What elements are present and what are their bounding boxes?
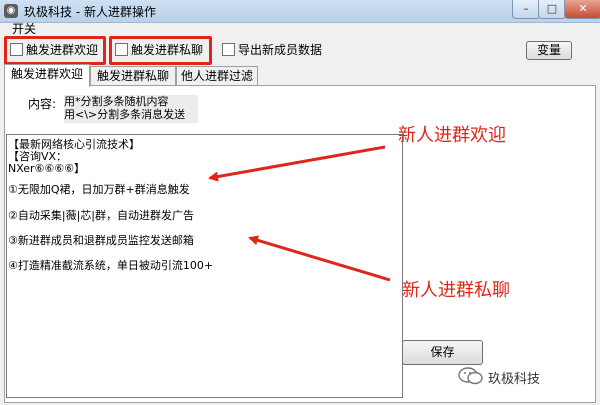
annotation-welcome: 新人进群欢迎 (398, 125, 506, 146)
export-members-checkbox-label: 导出新成员数据 (238, 43, 323, 57)
checkbox-box[interactable] (115, 43, 128, 56)
message-line: ①无限加Q裙，日加万群+群消息触发 (8, 183, 190, 196)
tab-welcome[interactable]: 触发进群欢迎 (4, 64, 90, 87)
tab-private-chat[interactable]: 触发进群私聊 (90, 66, 176, 86)
menu-kaiguan[interactable]: 开关 (12, 23, 36, 36)
private-chat-checkbox[interactable]: 触发进群私聊 (115, 41, 203, 59)
annotation-private-chat: 新人进群私聊 (402, 280, 510, 301)
maximize-button[interactable]: □ (538, 0, 566, 19)
message-line: ③新进群成员和退群成员监控发送邮箱 (8, 234, 194, 247)
wechat-icon (458, 367, 483, 385)
welcome-checkbox-label: 触发进群欢迎 (26, 43, 99, 57)
main-window: ◉ 玖极科技 - 新人进群操作 – □ ✕ 开关 触发进群欢迎 触发进群私聊 导… (0, 0, 600, 405)
title-bar[interactable]: ◉ 玖极科技 - 新人进群操作 – □ ✕ (0, 0, 600, 23)
message-line: ④打造精准截流系统，单日被动引流100+ (8, 259, 214, 272)
message-line: NXer⑥⑥⑥⑥】 (8, 162, 86, 175)
message-line: ②自动采集|薇|芯|群，自动进群发广告 (8, 209, 194, 222)
private-chat-checkbox-label: 触发进群私聊 (131, 43, 204, 57)
welcome-checkbox[interactable]: 触发进群欢迎 (10, 41, 98, 59)
app-icon: ◉ (4, 4, 18, 18)
checkbox-box[interactable] (10, 43, 23, 56)
content-hint: 用*分割多条随机内容 用<\>分割多条消息发送 (64, 95, 198, 123)
message-textarea[interactable]: 【最新网络核心引流技术】 【咨询VX： NXer⑥⑥⑥⑥】 ①无限加Q裙，日加万… (6, 134, 403, 398)
minimize-button[interactable]: – (512, 0, 540, 19)
hint-line-1: 用*分割多条随机内容 (64, 95, 169, 108)
watermark-text: 玖极科技 (488, 372, 541, 387)
tab-others-filter[interactable]: 他人进群过滤 (176, 66, 258, 86)
close-button[interactable]: ✕ (564, 0, 600, 19)
checkbox-box[interactable] (222, 43, 235, 56)
hint-line-2: 用<\>分割多条消息发送 (64, 108, 186, 121)
export-members-checkbox[interactable]: 导出新成员数据 (222, 41, 322, 59)
menu-bar: 开关 (0, 23, 600, 36)
save-button[interactable]: 保存 (402, 340, 483, 365)
window-title: 玖极科技 - 新人进群操作 (24, 5, 156, 19)
change-button[interactable]: 变量 (526, 41, 572, 60)
content-label: 内容: (28, 97, 57, 111)
